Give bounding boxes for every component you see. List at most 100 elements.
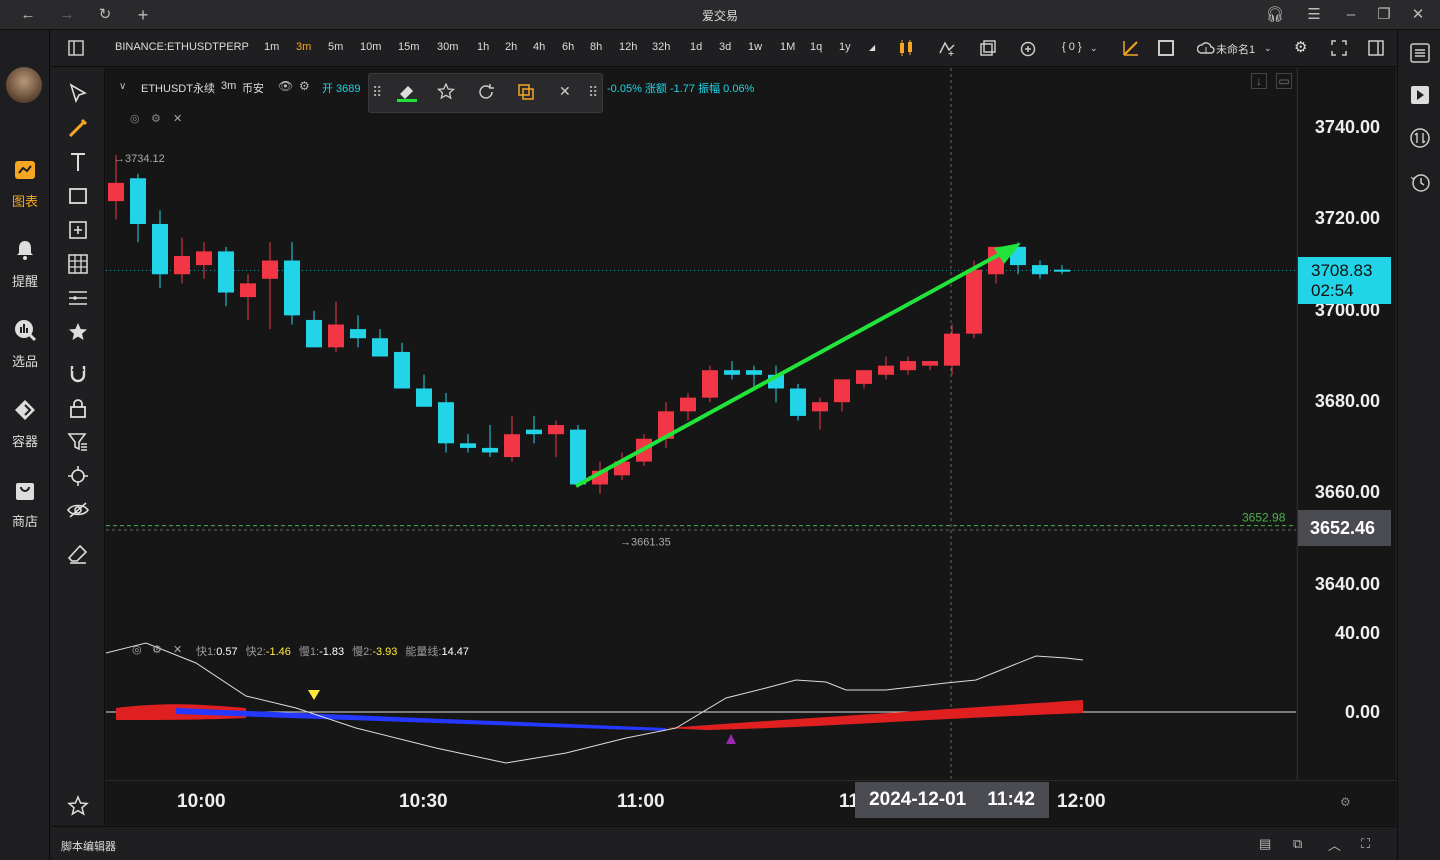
candlestick-chart: 3652.98 →3734.12 →3661.35 [105,68,1296,780]
lock-icon[interactable] [66,396,90,420]
chart-toolbar: BINANCE:ETHUSDTPERP 1m 3m 5m 10m 15m 30m 1h 2h 4… [52,30,1396,67]
chevron-down-icon[interactable]: ⌄ [1264,43,1272,54]
headset-icon[interactable]: 🎧︎ [1265,5,1285,25]
favorite-star-icon[interactable] [66,794,90,818]
panel-toggle-icon[interactable] [1368,40,1384,56]
restore-icon[interactable]: ❐ [1374,5,1394,25]
indicator-icon[interactable] [938,39,956,57]
interval-1q[interactable]: 1q [810,41,822,53]
text-icon[interactable] [66,150,90,174]
legend-collapse-icon[interactable]: ∨ [119,81,126,92]
nav-item-alert[interactable]: 提醒 [0,238,50,296]
cursor-icon[interactable] [66,82,90,106]
candle-type-icon[interactable] [898,40,914,56]
chevron-down-icon[interactable]: ⌄ [1090,43,1098,54]
interval-1M[interactable]: 1M [780,41,795,53]
history-clock-icon[interactable] [1409,171,1431,193]
eye-icon[interactable]: ◎ [132,643,142,656]
interval-10m[interactable]: 10m [360,41,381,53]
clone-icon[interactable] [517,83,535,101]
menu-icon[interactable]: ☰ [1304,5,1324,25]
maximize-pane-icon[interactable]: ▭ [1276,73,1292,89]
interval-32h[interactable]: 32h [652,41,670,53]
template-star-icon[interactable] [437,83,455,101]
candle-body [504,434,520,458]
measure-icon[interactable] [66,218,90,242]
drag-handle-icon[interactable]: ⠿ [588,84,598,101]
interval-2h[interactable]: 2h [505,41,517,53]
fib-icon[interactable] [66,286,90,310]
avatar[interactable] [6,67,42,103]
candle-body [680,397,696,412]
fullscreen-icon[interactable] [1331,40,1347,56]
interval-15m[interactable]: 15m [398,41,419,53]
settings-icon[interactable]: ⚙︎ [299,79,310,93]
cloud-upload-icon[interactable] [1197,40,1215,56]
eye-icon[interactable]: 👁︎ [278,79,293,93]
indicator-count[interactable]: { 0 } [1062,41,1082,53]
close-icon[interactable]: ✕ [559,83,571,100]
interval-5m[interactable]: 5m [328,41,343,53]
grid-icon[interactable] [66,252,90,276]
script-editor-tab[interactable]: 脚本编辑器 [61,838,116,854]
rectangle-icon[interactable] [66,184,90,208]
interval-more-icon[interactable]: ◢ [869,43,875,52]
compare-icon[interactable] [979,39,997,57]
fullscreen-box-icon[interactable] [1157,39,1175,57]
magnet-icon[interactable] [66,362,90,386]
alarm-icon[interactable] [1019,39,1037,57]
brush-color-icon[interactable] [397,82,417,102]
interval-3m[interactable]: 3m [296,41,311,53]
eraser-icon[interactable] [66,542,90,566]
axis-settings-icon[interactable]: ⚙︎ [1340,795,1351,809]
rotate-icon[interactable] [477,83,495,101]
interval-1h[interactable]: 1h [477,41,489,53]
sidebar-toggle-icon[interactable] [68,40,84,56]
nav-item-store[interactable]: 商店 [0,478,50,536]
interval-8h[interactable]: 8h [590,41,602,53]
hide-icon[interactable] [66,498,90,522]
star-icon[interactable] [66,320,90,344]
drag-handle-icon[interactable]: ⠿ [372,84,382,101]
interval-1m[interactable]: 1m [264,41,279,53]
panel-layout-icon[interactable]: ▤ [1259,836,1271,852]
eye-icon[interactable]: ◎ [130,112,140,125]
draw-line-icon[interactable] [1122,39,1140,57]
nav-item-chart[interactable]: 图表 [0,158,50,216]
time-axis[interactable]: 10:00 10:30 11:00 11 12:00 ⚙︎ [106,780,1396,825]
filter-icon[interactable] [66,430,90,454]
interval-4h[interactable]: 4h [533,41,545,53]
pen-icon[interactable] [66,116,90,140]
interval-1y[interactable]: 1y [839,41,851,53]
panel-popout-icon[interactable]: ⧉ [1293,836,1302,852]
interval-1d[interactable]: 1d [690,41,702,53]
settings-icon[interactable]: ⚙︎ [152,643,162,656]
candle-body [922,361,938,366]
price-chart[interactable]: 3652.98 →3734.12 →3661.35 [105,68,1296,780]
nav-item-screener[interactable]: 选品 [0,318,50,376]
trade-icon[interactable] [1409,127,1431,149]
settings-icon[interactable]: ⚙︎ [151,112,161,125]
close-icon[interactable]: ✕ [1408,5,1428,25]
close-icon[interactable]: ✕ [173,643,182,656]
interval-3d[interactable]: 3d [719,41,731,53]
replay-icon[interactable] [1409,84,1431,106]
settings-icon[interactable]: ⚙︎ [1294,38,1307,56]
watchlist-icon[interactable] [1409,42,1431,64]
crosshair-icon[interactable] [66,464,90,488]
interval-12h[interactable]: 12h [619,41,637,53]
close-icon[interactable]: ✕ [173,112,182,125]
nav-item-container[interactable]: 容器 [0,398,50,456]
symbol-search[interactable]: BINANCE:ETHUSDTPERP [115,41,249,53]
interval-30m[interactable]: 30m [437,41,458,53]
panel-maximize-icon[interactable]: ⛶ [1361,836,1370,852]
candle-body [130,178,146,224]
interval-1w[interactable]: 1w [748,41,762,53]
minimize-icon[interactable]: – [1341,5,1361,25]
price-axis[interactable]: 3740.00 3720.00 3700.00 3680.00 3660.00 3640.… [1297,68,1395,780]
chevron-up-icon[interactable]: ︿ [1328,835,1341,854]
interval-6h[interactable]: 6h [562,41,574,53]
layout-name[interactable]: 未命名1 [1216,41,1255,57]
indicator-legend-value: -1.46 [265,646,291,658]
scroll-down-icon[interactable]: ↓ [1251,73,1267,89]
